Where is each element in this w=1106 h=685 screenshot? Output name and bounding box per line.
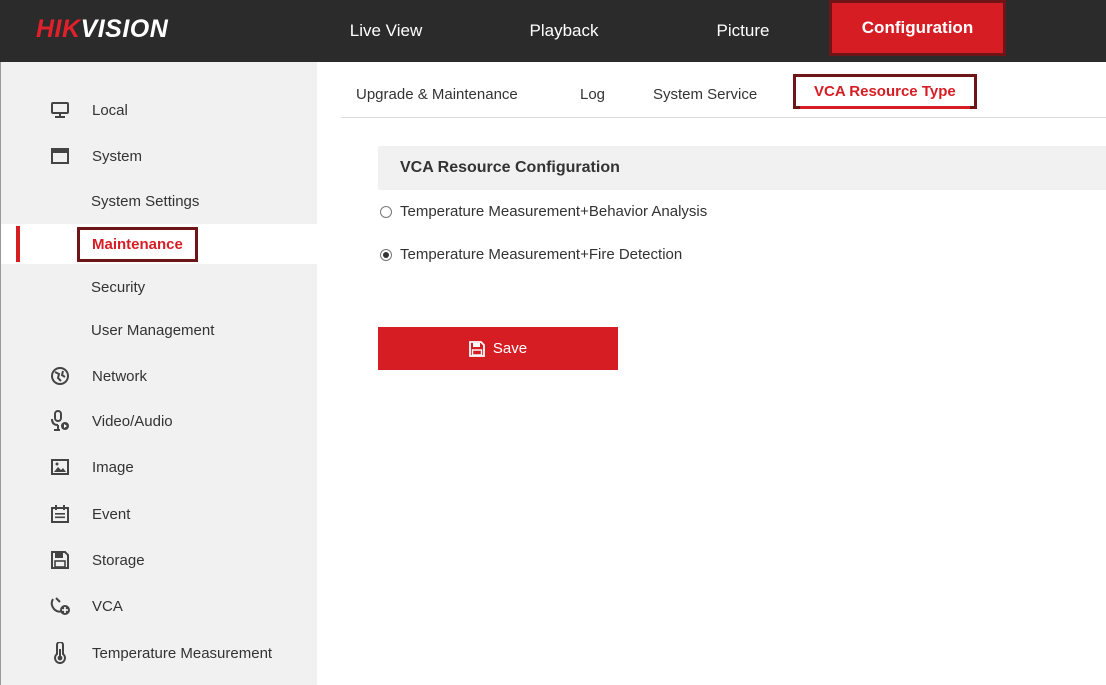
thermometer-icon bbox=[49, 642, 71, 664]
radio-button-checked[interactable] bbox=[380, 248, 392, 261]
sidebar-item-label: Video/Audio bbox=[92, 412, 173, 430]
sidebar-item-label: Network bbox=[92, 367, 148, 385]
floppy-disk-icon bbox=[468, 340, 485, 357]
vca-icon bbox=[49, 595, 71, 617]
sidebar-item-label: User Management bbox=[91, 321, 215, 339]
nav-playback[interactable]: Playback bbox=[514, 0, 614, 62]
sidebar-item-label: Temperature Measurement bbox=[92, 644, 273, 662]
option-behavior-analysis[interactable]: Temperature Measurement+Behavior Analysi… bbox=[380, 203, 707, 220]
microphone-icon bbox=[49, 410, 71, 432]
sidebar-item-event[interactable]: Event bbox=[1, 492, 317, 536]
hikvision-logo: HIKVISION bbox=[36, 14, 168, 44]
sidebar-item-label: Maintenance bbox=[77, 226, 198, 262]
top-navigation-bar: HIKVISION Live View Playback Picture Con… bbox=[0, 0, 1106, 62]
sidebar-item-system[interactable]: System bbox=[1, 134, 317, 178]
sidebar-item-temperature-measurement[interactable]: Temperature Measurement bbox=[1, 631, 317, 675]
sidebar-item-image[interactable]: Image bbox=[1, 445, 317, 489]
logo-white-text: VISION bbox=[80, 15, 169, 43]
save-button[interactable]: Save bbox=[378, 327, 618, 370]
sidebar-item-video-audio[interactable]: Video/Audio bbox=[1, 399, 317, 443]
tab-system-service[interactable]: System Service bbox=[653, 86, 757, 103]
option-fire-detection[interactable]: Temperature Measurement+Fire Detection bbox=[380, 246, 682, 263]
image-icon bbox=[49, 456, 71, 478]
sidebar-item-label: Storage bbox=[92, 551, 145, 569]
sidebar-item-label: VCA bbox=[92, 597, 123, 615]
sidebar-item-vca[interactable]: VCA bbox=[1, 584, 317, 628]
option-label: Temperature Measurement+Fire Detection bbox=[400, 246, 683, 263]
radio-button-unchecked[interactable] bbox=[380, 205, 392, 218]
tab-upgrade-maintenance[interactable]: Upgrade & Maintenance bbox=[356, 86, 518, 103]
calendar-icon bbox=[49, 503, 71, 525]
logo-red-text: HIK bbox=[36, 15, 81, 43]
sidebar-item-label: Local bbox=[92, 101, 128, 119]
sidebar-item-label: Security bbox=[91, 278, 146, 296]
floppy-disk-icon bbox=[49, 549, 71, 571]
sidebar-subitem-user-management[interactable]: User Management bbox=[1, 310, 317, 350]
nav-configuration[interactable]: Configuration bbox=[829, 0, 1006, 56]
tab-log[interactable]: Log bbox=[580, 86, 605, 103]
save-label: Save bbox=[492, 340, 528, 357]
sidebar: Local System System Settings Maintenance… bbox=[1, 62, 317, 685]
sidebar-subitem-security[interactable]: Security bbox=[1, 267, 317, 307]
monitor-icon bbox=[49, 99, 71, 121]
globe-icon bbox=[49, 365, 71, 387]
sidebar-item-label: System bbox=[92, 147, 143, 165]
sidebar-item-local[interactable]: Local bbox=[1, 88, 317, 132]
sidebar-item-label: Image bbox=[92, 458, 134, 476]
option-label: Temperature Measurement+Behavior Analysi… bbox=[400, 203, 708, 220]
active-indicator bbox=[16, 226, 20, 262]
sidebar-item-label: System Settings bbox=[91, 192, 200, 210]
sidebar-subitem-maintenance[interactable]: Maintenance bbox=[1, 224, 317, 264]
tab-divider bbox=[341, 117, 1106, 118]
nav-live-view[interactable]: Live View bbox=[336, 0, 436, 62]
tab-vca-resource-type[interactable]: VCA Resource Type bbox=[793, 74, 977, 109]
section-header: VCA Resource Configuration bbox=[378, 146, 1106, 190]
section-title: VCA Resource Configuration bbox=[400, 159, 620, 176]
sidebar-item-network[interactable]: Network bbox=[1, 354, 317, 398]
sidebar-subitem-system-settings[interactable]: System Settings bbox=[1, 181, 317, 221]
tab-label: VCA Resource Type bbox=[814, 83, 956, 100]
sidebar-item-label: Event bbox=[92, 505, 131, 523]
active-tab-underline bbox=[800, 106, 970, 109]
nav-picture[interactable]: Picture bbox=[693, 0, 793, 62]
window-icon bbox=[49, 145, 71, 167]
sidebar-item-storage[interactable]: Storage bbox=[1, 538, 317, 582]
